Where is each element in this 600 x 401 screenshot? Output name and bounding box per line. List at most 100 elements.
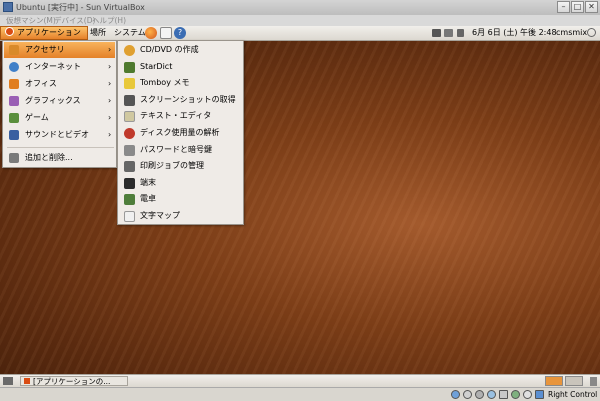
applications-label: アプリケーション [17,28,81,37]
menu-item-label: ゲーム [25,113,49,122]
submenu-item-calculator[interactable]: 電卓 [119,191,242,208]
tomboy-icon [124,78,135,90]
submenu-item-label: 印刷ジョブの管理 [140,161,204,171]
accessories-submenu: CD/DVD の作成 StarDict Tomboy メモ スクリーンショットの… [117,40,244,225]
submenu-item-label: テキスト・エディタ [140,111,212,121]
games-icon [9,113,19,123]
chevron-right-icon: › [108,113,112,122]
menu-devices[interactable]: デバイス(D) [54,15,95,26]
host-title-bar: Ubuntu [実行中] - Sun VirtualBox – □ ✕ [0,0,600,16]
system-menu[interactable]: システム [114,26,146,40]
internet-icon [9,62,19,72]
show-desktop-icon[interactable] [3,377,13,385]
workspace-1[interactable] [545,376,563,386]
submenu-item-label: パスワードと暗号鍵 [140,144,212,154]
submenu-item-label: スクリーンショットの取得 [140,94,236,104]
graphics-icon [9,96,19,106]
firefox-icon[interactable] [145,27,157,39]
submenu-item-label: ディスク使用量の解析 [140,128,220,137]
charmap-icon [124,211,135,222]
stardict-icon [124,61,135,73]
camera-icon [124,94,135,106]
menu-item-office[interactable]: オフィス › [4,76,115,92]
menu-separator [7,147,114,148]
usb-icon[interactable] [499,390,508,399]
calculator-icon [124,194,135,206]
ubuntu-top-panel: アプリケーション 場所 システム ? 6月 6日 (土) 午後 2:48 cms… [0,26,600,41]
mail-icon[interactable] [160,27,172,39]
menu-item-add-remove[interactable]: 追加と削除... [4,150,115,166]
submenu-item-cd-dvd[interactable]: CD/DVD の作成 [119,42,242,59]
close-button[interactable]: ✕ [585,1,598,13]
maximize-button[interactable]: □ [571,1,584,13]
submenu-item-text-editor[interactable]: テキスト・エディタ [119,108,242,125]
panel-clock[interactable]: 6月 6日 (土) 午後 2:48 [472,26,557,40]
places-menu[interactable]: 場所 [90,26,106,40]
disk-usage-icon [124,128,135,139]
menu-item-label: アクセサリ [25,45,65,54]
chevron-right-icon: › [108,79,112,88]
host-status-bar: Right Control [0,387,600,401]
submenu-item-tomboy[interactable]: Tomboy メモ [119,75,242,92]
taskbar-button[interactable]: [アプリケーションの... [20,376,128,386]
trash-icon[interactable] [590,377,597,386]
menu-item-label: オフィス [25,79,57,88]
submenu-item-charmap[interactable]: 文字マップ [119,208,242,225]
printer-icon [124,161,135,173]
host-key-icon [535,390,544,399]
submenu-item-disk-usage[interactable]: ディスク使用量の解析 [119,125,242,142]
applications-task-icon [24,378,30,384]
submenu-item-passwords[interactable]: パスワードと暗号鍵 [119,142,242,159]
submenu-item-label: 文字マップ [140,211,180,220]
cd-dvd-icon [124,45,135,56]
menu-item-internet[interactable]: インターネット › [4,59,115,75]
applications-menu-button[interactable]: アプリケーション [0,26,88,40]
network-adapter-icon[interactable] [487,390,496,399]
taskbar-label: [アプリケーションの... [33,377,111,386]
ubuntu-logo-icon [5,27,14,36]
volume-icon[interactable] [457,29,464,37]
chevron-right-icon: › [108,96,112,105]
chevron-right-icon: › [108,62,112,71]
office-icon [9,79,19,89]
menu-item-sound-video[interactable]: サウンドとビデオ › [4,127,115,143]
menu-item-label: サウンドとビデオ [25,130,89,139]
submenu-item-print-jobs[interactable]: 印刷ジョブの管理 [119,158,242,175]
help-icon[interactable]: ? [174,27,186,39]
terminal-icon [124,177,135,189]
shared-folders-icon[interactable] [511,390,520,399]
keys-icon [124,144,135,156]
submenu-item-screenshot[interactable]: スクリーンショットの取得 [119,92,242,109]
menu-item-label: 追加と削除... [25,153,73,162]
minimize-button[interactable]: – [557,1,570,13]
user-switcher[interactable]: cmsmix [556,26,587,40]
virtualbox-app-icon [3,2,13,12]
menu-item-label: インターネット [25,62,81,71]
chevron-right-icon: › [108,45,112,54]
applications-menu: アクセサリ › インターネット › オフィス › グラフィックス › ゲーム ›… [2,40,117,168]
floppy-icon[interactable] [475,390,484,399]
submenu-item-label: Tomboy メモ [140,78,190,88]
text-editor-icon [124,111,135,123]
submenu-item-label: 電卓 [140,194,156,204]
menu-item-accessories[interactable]: アクセサリ › [4,42,115,58]
menu-machine[interactable]: 仮想マシン(M) [6,15,56,26]
add-remove-icon [9,153,19,163]
hard-disk-icon[interactable] [451,390,460,399]
ubuntu-bottom-panel: [アプリケーションの... [0,374,600,387]
menu-item-games[interactable]: ゲーム › [4,110,115,126]
submenu-item-label: CD/DVD の作成 [140,45,199,54]
network-icon[interactable] [432,29,441,37]
window-title: Ubuntu [実行中] - Sun VirtualBox [16,3,145,12]
mouse-integration-icon[interactable] [523,390,532,399]
host-key-label: Right Control [548,390,598,399]
submenu-item-terminal[interactable]: 端末 [119,175,242,192]
power-icon[interactable] [587,28,596,37]
submenu-item-stardict[interactable]: StarDict [119,59,242,76]
accessories-icon [9,45,19,55]
menu-item-graphics[interactable]: グラフィックス › [4,93,115,109]
update-notifier-icon[interactable] [444,29,453,37]
workspace-2[interactable] [565,376,583,386]
cd-rom-icon[interactable] [463,390,472,399]
menu-help[interactable]: ヘルプ(H) [92,15,126,26]
